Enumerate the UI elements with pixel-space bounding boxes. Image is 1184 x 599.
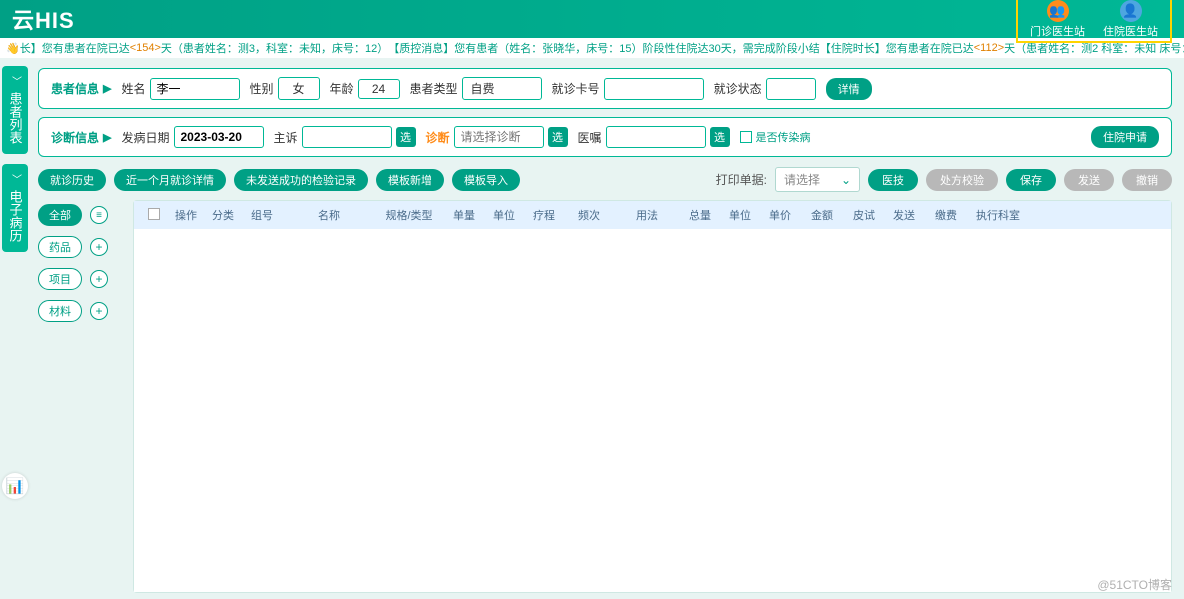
chevron-right-icon: 〉 [8, 174, 23, 184]
doctor-advice-input[interactable] [606, 126, 706, 148]
diagnosis-select-button[interactable]: 选 [548, 127, 568, 147]
template-add-button[interactable]: 模板新增 [376, 169, 444, 191]
logo: 云HIS [12, 3, 75, 35]
order-content: 全部 ≡ 药品 + 项目 + 材料 + 操作 [38, 200, 1172, 593]
chief-select-button[interactable]: 选 [396, 127, 416, 147]
col-amt: 金额 [800, 207, 844, 223]
sidebar-emr[interactable]: 〉 电子病历 [2, 164, 28, 252]
col-name: 名称 [284, 207, 374, 223]
patient-age: 24 [358, 79, 400, 99]
revoke-button[interactable]: 撤销 [1122, 169, 1172, 191]
infectious-checkbox[interactable]: 是否传染病 [740, 129, 811, 145]
checkbox-icon [740, 131, 752, 143]
col-op: 操作 [166, 207, 206, 223]
patient-info-header[interactable]: 患者信息▶ [51, 80, 111, 97]
station-switch-group: 👥 门诊医生站 👤 住院医生站 [1016, 0, 1172, 43]
sidebar-patient-list[interactable]: 〉 患者列表 [2, 66, 28, 154]
select-all-checkbox[interactable] [148, 208, 160, 220]
cat-drug[interactable]: 药品 [38, 236, 82, 258]
table-body-empty [134, 229, 1171, 592]
col-usage: 用法 [614, 207, 680, 223]
patient-sex: 女 [278, 77, 320, 100]
save-button[interactable]: 保存 [1006, 169, 1056, 191]
medtech-button[interactable]: 医技 [868, 169, 918, 191]
col-unit2: 单位 [720, 207, 760, 223]
diagnosis-input[interactable] [454, 126, 544, 148]
table-header: 操作 分类 组号 名称 规格/类型 单量 单位 疗程 频次 用法 总量 单位 单… [134, 201, 1171, 229]
chart-icon-button[interactable]: 📊 [2, 473, 28, 499]
chart-icon: 📊 [6, 477, 25, 495]
station-inpatient-label: 住院医生站 [1103, 23, 1158, 39]
template-import-button[interactable]: 模板导入 [452, 169, 520, 191]
station-outpatient[interactable]: 👥 门诊医生站 [1022, 0, 1093, 39]
chevron-down-icon: ⌄ [841, 173, 851, 187]
station-inpatient[interactable]: 👤 住院医生站 [1095, 0, 1166, 39]
col-dept: 执行科室 [968, 207, 1028, 223]
inpatient-icon: 👤 [1120, 0, 1142, 22]
col-freq: 频次 [564, 207, 614, 223]
sidebar: 〉 患者列表 〉 电子病历 📊 [0, 58, 30, 599]
menu-icon-button[interactable]: ≡ [90, 206, 108, 224]
cat-all[interactable]: 全部 [38, 204, 82, 226]
col-cat: 分类 [206, 207, 240, 223]
chevron-right-icon: 〉 [8, 76, 23, 86]
history-button[interactable]: 就诊历史 [38, 169, 106, 191]
col-grp: 组号 [240, 207, 284, 223]
col-send: 发送 [884, 207, 924, 223]
col-total: 总量 [680, 207, 720, 223]
col-price: 单价 [760, 207, 800, 223]
col-course: 疗程 [524, 207, 564, 223]
patient-name-input[interactable] [150, 78, 240, 100]
col-skin: 皮试 [844, 207, 884, 223]
diagnosis-panel: 诊断信息▶ 发病日期 主诉 选 诊断 选 医嘱 选 是否传染病 住院申 [38, 117, 1172, 157]
chief-complaint-input[interactable] [302, 126, 392, 148]
notification-marquee: 👋长】您有患者在院已达 <154> 天（患者姓名：测3，科室：未知，床号：12）… [0, 38, 1184, 58]
add-drug-button[interactable]: + [90, 238, 108, 256]
action-toolbar: 就诊历史 近一个月就诊详情 未发送成功的检验记录 模板新增 模板导入 打印单据:… [38, 167, 1172, 192]
onset-date-input[interactable] [174, 126, 264, 148]
print-label: 打印单据: [716, 171, 767, 188]
send-button[interactable]: 发送 [1064, 169, 1114, 191]
diagnosis-header[interactable]: 诊断信息▶ [51, 129, 111, 146]
cat-item[interactable]: 项目 [38, 268, 82, 290]
col-unit: 单位 [484, 207, 524, 223]
play-icon: ▶ [103, 82, 111, 95]
station-outpatient-label: 门诊医生站 [1030, 23, 1085, 39]
main-content: 患者信息▶ 姓名 性别 女 年龄 24 患者类型 自费 就诊卡号 就诊状态 详情 [30, 58, 1184, 599]
print-select[interactable]: 请选择⌄ [775, 167, 860, 192]
category-column: 全部 ≡ 药品 + 项目 + 材料 + [38, 200, 123, 593]
unsent-records-button[interactable]: 未发送成功的检验记录 [234, 169, 368, 191]
visit-card-input[interactable] [604, 78, 704, 100]
prescription-verify-button[interactable]: 处方校验 [926, 169, 998, 191]
detail-button[interactable]: 详情 [826, 78, 872, 100]
play-icon: ▶ [103, 131, 111, 144]
recent-detail-button[interactable]: 近一个月就诊详情 [114, 169, 226, 191]
top-bar: 云HIS 👥 门诊医生站 👤 住院医生站 [0, 0, 1184, 38]
order-table: 操作 分类 组号 名称 规格/类型 单量 单位 疗程 频次 用法 总量 单位 单… [133, 200, 1172, 593]
cat-material[interactable]: 材料 [38, 300, 82, 322]
inpatient-apply-button[interactable]: 住院申请 [1091, 126, 1159, 148]
visit-status-input[interactable] [766, 78, 816, 100]
advice-select-button[interactable]: 选 [710, 127, 730, 147]
outpatient-icon: 👥 [1047, 0, 1069, 22]
add-item-button[interactable]: + [90, 270, 108, 288]
watermark: @51CTO博客 [1097, 576, 1172, 593]
col-qty: 单量 [444, 207, 484, 223]
col-spec: 规格/类型 [374, 207, 444, 223]
add-material-button[interactable]: + [90, 302, 108, 320]
col-fee: 缴费 [924, 207, 968, 223]
patient-info-panel: 患者信息▶ 姓名 性别 女 年龄 24 患者类型 自费 就诊卡号 就诊状态 详情 [38, 68, 1172, 109]
patient-type: 自费 [462, 77, 542, 100]
